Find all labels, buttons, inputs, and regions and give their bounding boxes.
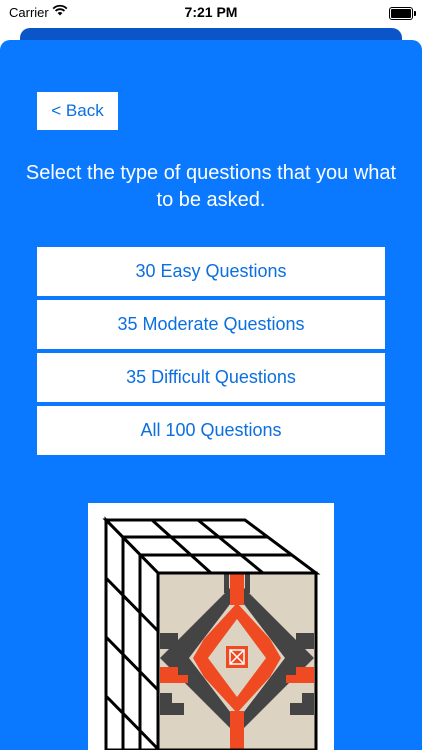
- question-type-prompt: Select the type of questions that you wh…: [25, 162, 397, 211]
- status-bar: Carrier 7:21 PM: [0, 0, 422, 30]
- all-questions-button[interactable]: All 100 Questions: [37, 406, 385, 455]
- moderate-questions-button[interactable]: 35 Moderate Questions: [37, 300, 385, 349]
- clock: 7:21 PM: [184, 4, 238, 20]
- easy-questions-button[interactable]: 30 Easy Questions: [37, 247, 385, 296]
- cube-illustration: [88, 503, 334, 752]
- rubiks-cube-navajo-pattern-icon: [102, 516, 321, 752]
- difficult-questions-button[interactable]: 35 Difficult Questions: [37, 353, 385, 402]
- battery-icon: [389, 7, 416, 20]
- back-button[interactable]: < Back: [37, 92, 118, 130]
